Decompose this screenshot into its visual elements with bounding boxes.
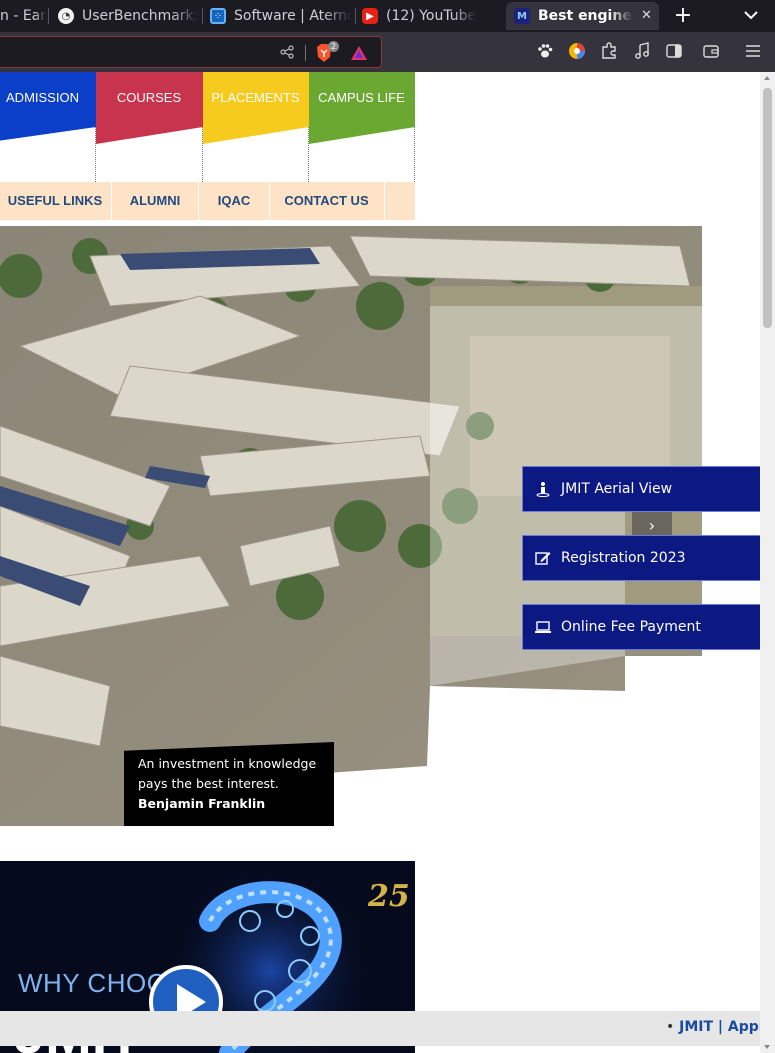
hero-slider: An investment in knowledge pays the best… — [0, 226, 702, 826]
admission-banner-shape — [0, 72, 96, 141]
new-tab-icon[interactable]: + — [672, 3, 694, 29]
quote-box: An investment in knowledge pays the best… — [124, 742, 334, 826]
browser-tab-2[interactable]: ◔ UserBenchmark: I — [58, 2, 200, 30]
nav-courses[interactable]: COURSES — [96, 72, 203, 182]
page-scrollbar[interactable] — [760, 72, 775, 1053]
subnav-contact-us[interactable]: CONTACT US — [270, 182, 383, 220]
anniversary-logo: 25 — [368, 879, 410, 914]
quote-author: Benjamin Franklin — [138, 796, 266, 811]
wallet-icon[interactable] — [702, 42, 720, 60]
aerial-view-label: JMIT Aerial View — [561, 481, 673, 497]
colorful-extension-icon[interactable] — [568, 42, 586, 60]
ticker-text: • JMIT | Appro — [666, 1019, 775, 1035]
browser-toolbar: 2 — [0, 32, 775, 72]
news-ticker: • JMIT | Appro — [0, 1011, 775, 1046]
laptop-icon — [535, 621, 551, 633]
courses-banner-shape — [96, 72, 203, 144]
chevron-down-icon[interactable] — [742, 6, 760, 24]
nav-courses-label: COURSES — [116, 90, 182, 105]
main-nav: ADMISSION COURSES PLACEMENTS CAMPUS LIFE — [0, 72, 415, 182]
scrollbar-thumb[interactable] — [763, 88, 772, 328]
registration-label: Registration 2023 — [561, 550, 686, 566]
web-page: ADMISSION COURSES PLACEMENTS CAMPUS LIFE… — [0, 72, 760, 1053]
tab-separator — [202, 8, 203, 24]
browser-tab-2-title: UserBenchmark: I — [82, 8, 200, 24]
fee-payment-label: Online Fee Payment — [561, 619, 701, 635]
fee-payment-button[interactable]: Online Fee Payment — [522, 604, 760, 650]
edit-icon — [535, 552, 551, 565]
brave-rewards-icon[interactable] — [350, 44, 368, 62]
urlbar-divider — [305, 45, 306, 61]
nav-admission-label: ADMISSION — [6, 90, 79, 105]
aternos-icon: ⁘ — [210, 8, 226, 24]
placements-banner-shape — [203, 72, 309, 144]
close-tab-icon[interactable]: ✕ — [641, 8, 652, 23]
hamburger-menu-icon[interactable] — [744, 42, 762, 60]
nav-admission[interactable]: ADMISSION — [0, 72, 96, 182]
registration-button[interactable]: Registration 2023 — [522, 535, 760, 581]
music-note-icon[interactable] — [633, 42, 651, 60]
campus-aerial-image — [0, 226, 702, 826]
scroll-up-icon[interactable] — [764, 76, 770, 80]
subnav-separator — [384, 182, 385, 220]
tab-separator — [48, 8, 49, 24]
street-view-icon — [536, 482, 550, 497]
aerial-view-button[interactable]: JMIT Aerial View — [522, 466, 760, 512]
browser-tab-5-title: Best engineer — [538, 8, 633, 24]
browser-tab-4-title: (12) YouTube — [386, 8, 477, 24]
nav-placements[interactable]: PLACEMENTS — [203, 72, 309, 182]
sub-nav: USEFUL LINKS ALUMNI IQAC CONTACT US — [0, 182, 415, 220]
browser-tab-3-title: Software | Aterno — [234, 8, 352, 24]
youtube-icon: ▶ — [362, 8, 378, 24]
ticker-bullet: • — [666, 1019, 675, 1035]
quote-text: An investment in knowledge pays the best… — [138, 756, 317, 791]
paw-extension-icon[interactable] — [536, 42, 554, 60]
shield-count-badge: 2 — [328, 41, 339, 52]
campus-life-banner-shape — [309, 72, 415, 144]
browser-tab-5[interactable]: M Best engineer — [506, 2, 659, 30]
subnav-alumni[interactable]: ALUMNI — [112, 182, 198, 220]
subnav-useful-links[interactable]: USEFUL LINKS — [0, 182, 110, 220]
nav-placements-label: PLACEMENTS — [211, 90, 300, 105]
browser-tab-1[interactable]: n - Ear — [0, 2, 46, 30]
jmit-icon: M — [514, 8, 530, 24]
nav-campus-life-label: CAMPUS LIFE — [318, 90, 405, 105]
puzzle-extensions-icon[interactable] — [600, 42, 618, 60]
ticker-separator: | — [717, 1019, 724, 1035]
browser-tab-4[interactable]: ▶ (12) YouTube — [362, 2, 502, 30]
sidebar-toggle-icon[interactable] — [665, 42, 683, 60]
browser-tab-3[interactable]: ⁘ Software | Aterno — [210, 2, 352, 30]
url-bar[interactable]: 2 — [0, 36, 382, 68]
nav-campus-life[interactable]: CAMPUS LIFE — [309, 72, 415, 182]
share-icon[interactable] — [280, 45, 294, 59]
tab-separator — [355, 8, 356, 24]
scroll-down-icon[interactable] — [764, 1045, 770, 1049]
browser-tab-strip: n - Ear ◔ UserBenchmark: I ⁘ Software | … — [0, 0, 775, 32]
browser-tab-1-title: n - Ear — [0, 8, 46, 24]
subnav-iqac[interactable]: IQAC — [199, 182, 269, 220]
ticker-link-jmit[interactable]: JMIT — [679, 1019, 713, 1035]
userbenchmark-icon: ◔ — [58, 8, 74, 24]
